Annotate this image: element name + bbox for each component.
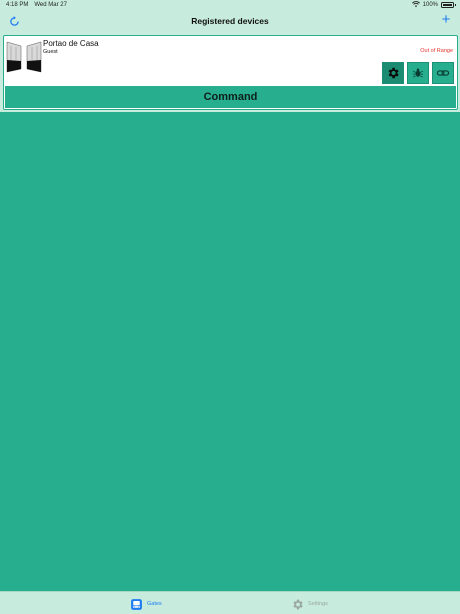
bus-icon — [131, 598, 142, 610]
device-status: Out of Range — [420, 48, 453, 54]
device-card[interactable]: Portao de Casa Guest Out of Range Comman… — [3, 35, 458, 110]
navigation-bar: Registered devices + — [0, 10, 460, 32]
gate-thumbnail — [6, 38, 42, 74]
device-name: Portao de Casa — [43, 39, 99, 48]
gear-icon — [388, 67, 399, 79]
top-bar: 4:18 PM Wed Mar 27 100% Registered devic… — [0, 0, 460, 32]
command-button[interactable]: Command — [5, 86, 456, 108]
tab-settings[interactable]: Settings — [291, 597, 328, 611]
tab-gates[interactable]: Gates — [130, 597, 162, 611]
page-title: Registered devices — [191, 16, 269, 26]
tab-gates-label: Gates — [147, 601, 162, 607]
bug-icon — [413, 68, 423, 78]
status-time: 4:18 PM — [6, 2, 29, 8]
device-role: Guest — [43, 49, 58, 55]
battery-percent: 100% — [422, 2, 438, 8]
add-device-button[interactable]: + — [439, 12, 453, 27]
status-date: Wed Mar 27 — [34, 2, 67, 8]
wifi-icon — [411, 1, 420, 9]
link-icon — [436, 70, 450, 76]
tab-bar: Gates Settings — [0, 591, 460, 614]
refresh-icon — [9, 15, 19, 26]
gear-icon — [293, 599, 303, 609]
battery-icon — [441, 2, 456, 8]
tab-settings-label: Settings — [308, 601, 328, 607]
bug-button[interactable] — [407, 62, 429, 84]
device-settings-button[interactable] — [382, 62, 404, 84]
link-button[interactable] — [432, 62, 454, 84]
status-bar: 4:18 PM Wed Mar 27 100% — [0, 0, 460, 10]
refresh-button[interactable] — [7, 14, 21, 28]
